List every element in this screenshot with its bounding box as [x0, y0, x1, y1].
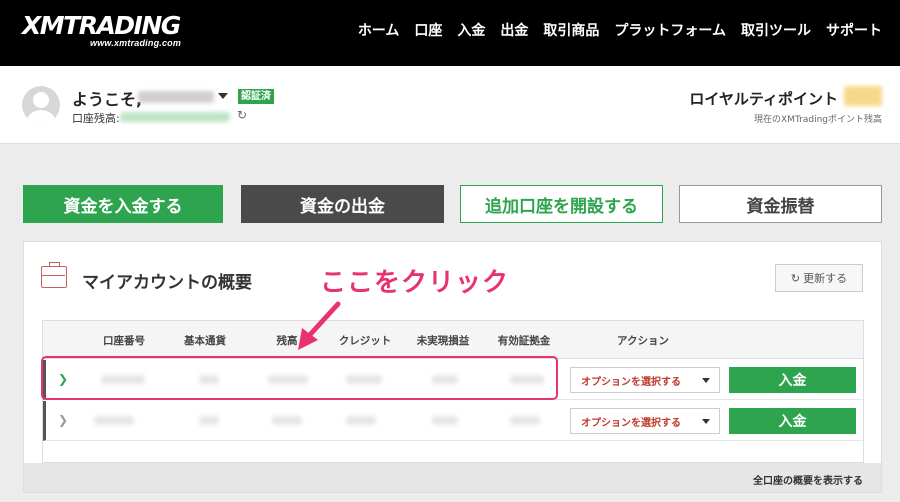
col-base-currency: 基本通貨 [184, 335, 226, 347]
main-nav: ホーム 口座 入金 出金 取引商品 プラットフォーム 取引ツール サポート [358, 20, 882, 40]
nav-account[interactable]: 口座 [414, 20, 442, 40]
deposit-funds-button[interactable]: 資金を入金する [23, 185, 223, 223]
unrealized-pl-redacted [432, 416, 458, 425]
loyalty-points-subtitle: 現在のXMTradingポイント残高 [754, 115, 882, 125]
action-select[interactable]: オプションを選択する [570, 367, 720, 393]
balance-label: 口座残高: [72, 112, 120, 125]
nav-deposit[interactable]: 入金 [457, 20, 485, 40]
refresh-icon: ↻ [790, 271, 801, 285]
row-deposit-button[interactable]: 入金 [729, 367, 856, 393]
col-unrealized-pl: 未実現損益 [416, 335, 470, 347]
col-equity: 有効証拠金 [497, 335, 551, 347]
table-row[interactable]: ❯ オプションを選択する 入金 [43, 401, 863, 441]
select-caret-icon [702, 378, 710, 383]
top-navbar: XMTRADING www.xmtrading.com ホーム 口座 入金 出金… [0, 0, 900, 66]
refresh-button[interactable]: ↻ 更新する [775, 264, 863, 292]
action-select-label: オプションを選択する [581, 376, 681, 388]
balance-value-redacted [120, 112, 230, 122]
panel-footer: 全口座の概要を表示する [24, 463, 881, 492]
avatar [22, 86, 60, 124]
equity-redacted [510, 416, 540, 425]
greeting-text: ようこそ, [72, 90, 143, 109]
currency-redacted [199, 416, 219, 425]
nav-products[interactable]: 取引商品 [543, 20, 599, 40]
briefcase-icon [41, 262, 67, 288]
col-balance: 残高 [276, 335, 298, 347]
select-caret-icon [702, 419, 710, 424]
credit-redacted [346, 416, 376, 425]
show-all-accounts-link[interactable]: 全口座の概要を表示する [753, 472, 863, 487]
xmtrading-logo[interactable]: XMTRADING www.xmtrading.com [22, 11, 182, 49]
user-name-redacted [138, 91, 214, 103]
welcome-bar: ようこそ, 認証済 口座残高: ↻ ロイヤルティポイント 現在のXMTradin… [0, 66, 900, 144]
table-header: 口座番号 基本通貨 残高 クレジット 未実現損益 有効証拠金 アクション [43, 321, 863, 359]
transfer-funds-button[interactable]: 資金振替 [679, 185, 882, 223]
expand-chevron-icon[interactable]: ❯ [58, 413, 68, 427]
loyalty-points-title: ロイヤルティポイント [689, 90, 838, 108]
col-action: アクション [617, 335, 669, 347]
action-select-label: オプションを選択する [581, 417, 681, 429]
open-additional-account-button[interactable]: 追加口座を開設する [460, 185, 663, 223]
nav-home[interactable]: ホーム [358, 20, 400, 40]
col-credit: クレジット [338, 335, 392, 347]
panel-title: マイアカウントの概要 [82, 273, 252, 293]
nav-withdraw[interactable]: 出金 [500, 20, 528, 40]
withdraw-funds-button[interactable]: 資金の出金 [241, 185, 444, 223]
refresh-balance-icon[interactable]: ↻ [237, 108, 247, 122]
account-number-redacted [94, 416, 134, 425]
highlight-box [41, 356, 558, 400]
logo-text: XMTRADING [22, 11, 181, 40]
logo-url: www.xmtrading.com [90, 38, 182, 48]
user-menu-caret-icon[interactable] [218, 93, 228, 99]
row-deposit-button[interactable]: 入金 [729, 408, 856, 434]
nav-platform[interactable]: プラットフォーム [614, 20, 726, 40]
click-here-annotation: ここをクリック [320, 268, 510, 298]
loyalty-points-redacted [844, 86, 882, 106]
action-select[interactable]: オプションを選択する [570, 408, 720, 434]
nav-support[interactable]: サポート [826, 20, 882, 40]
verified-badge: 認証済 [238, 89, 274, 104]
balance-redacted [272, 416, 302, 425]
refresh-label: 更新する [803, 272, 848, 285]
nav-tools[interactable]: 取引ツール [741, 20, 811, 40]
col-account-number: 口座番号 [103, 335, 145, 347]
